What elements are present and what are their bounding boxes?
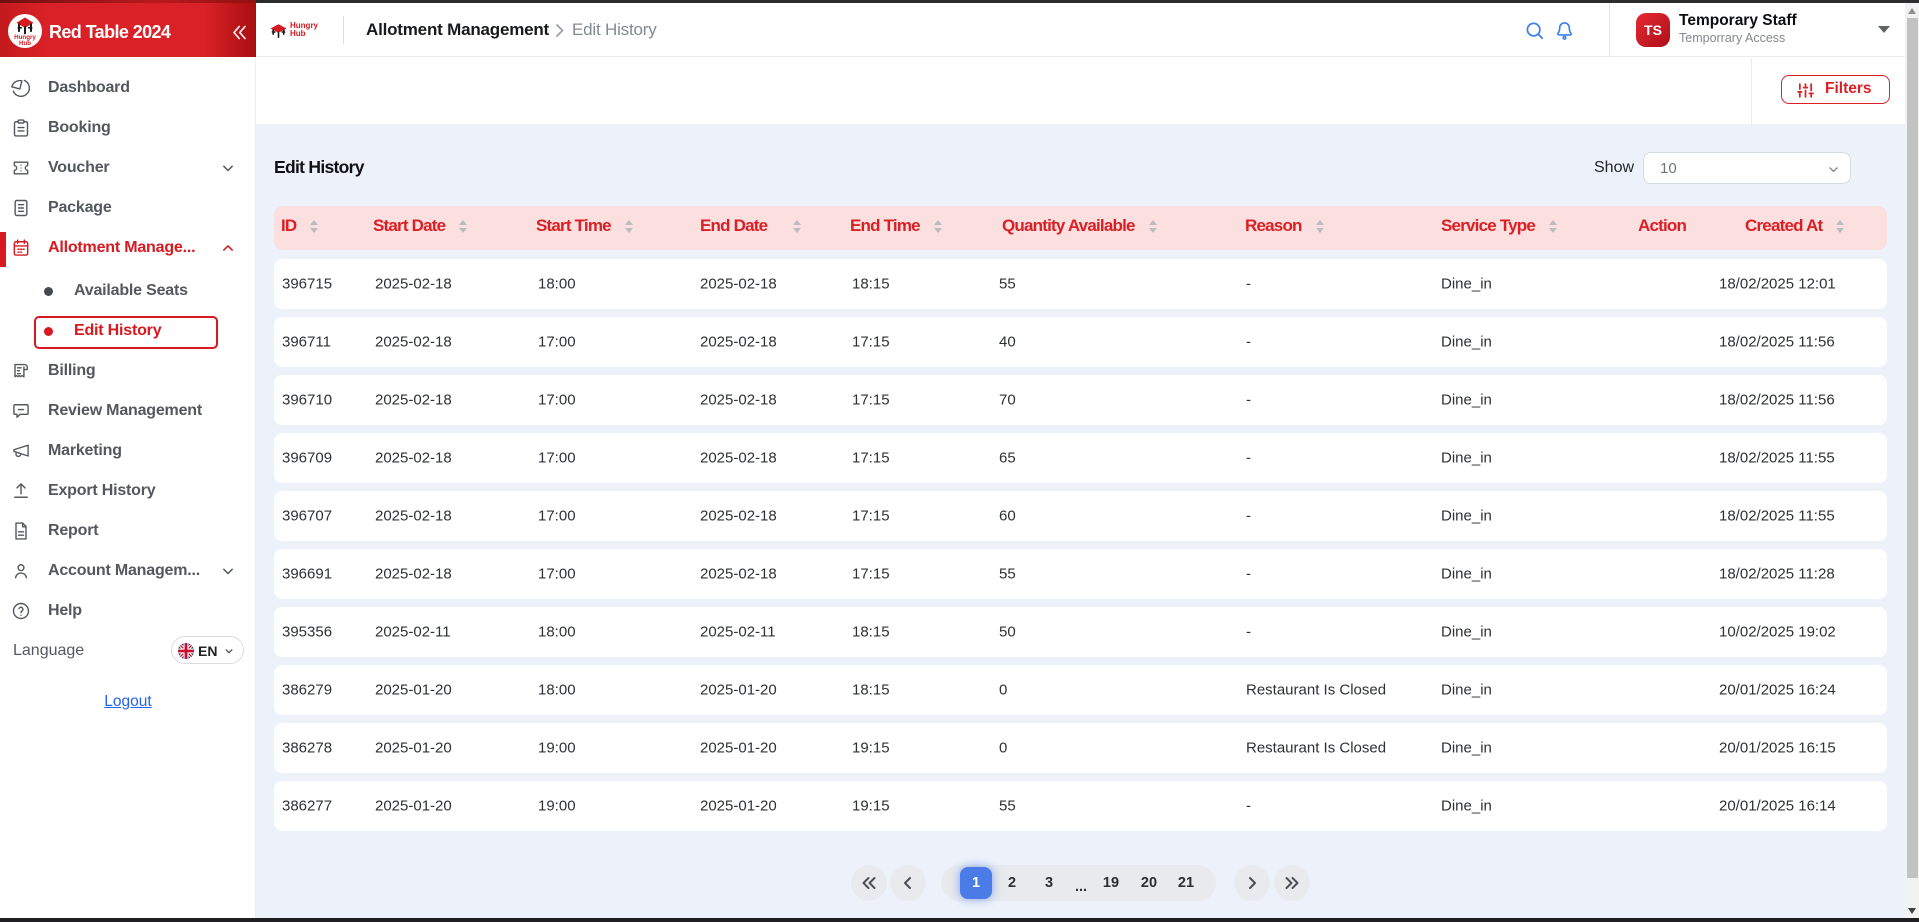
- svg-text:Hub: Hub: [19, 40, 31, 47]
